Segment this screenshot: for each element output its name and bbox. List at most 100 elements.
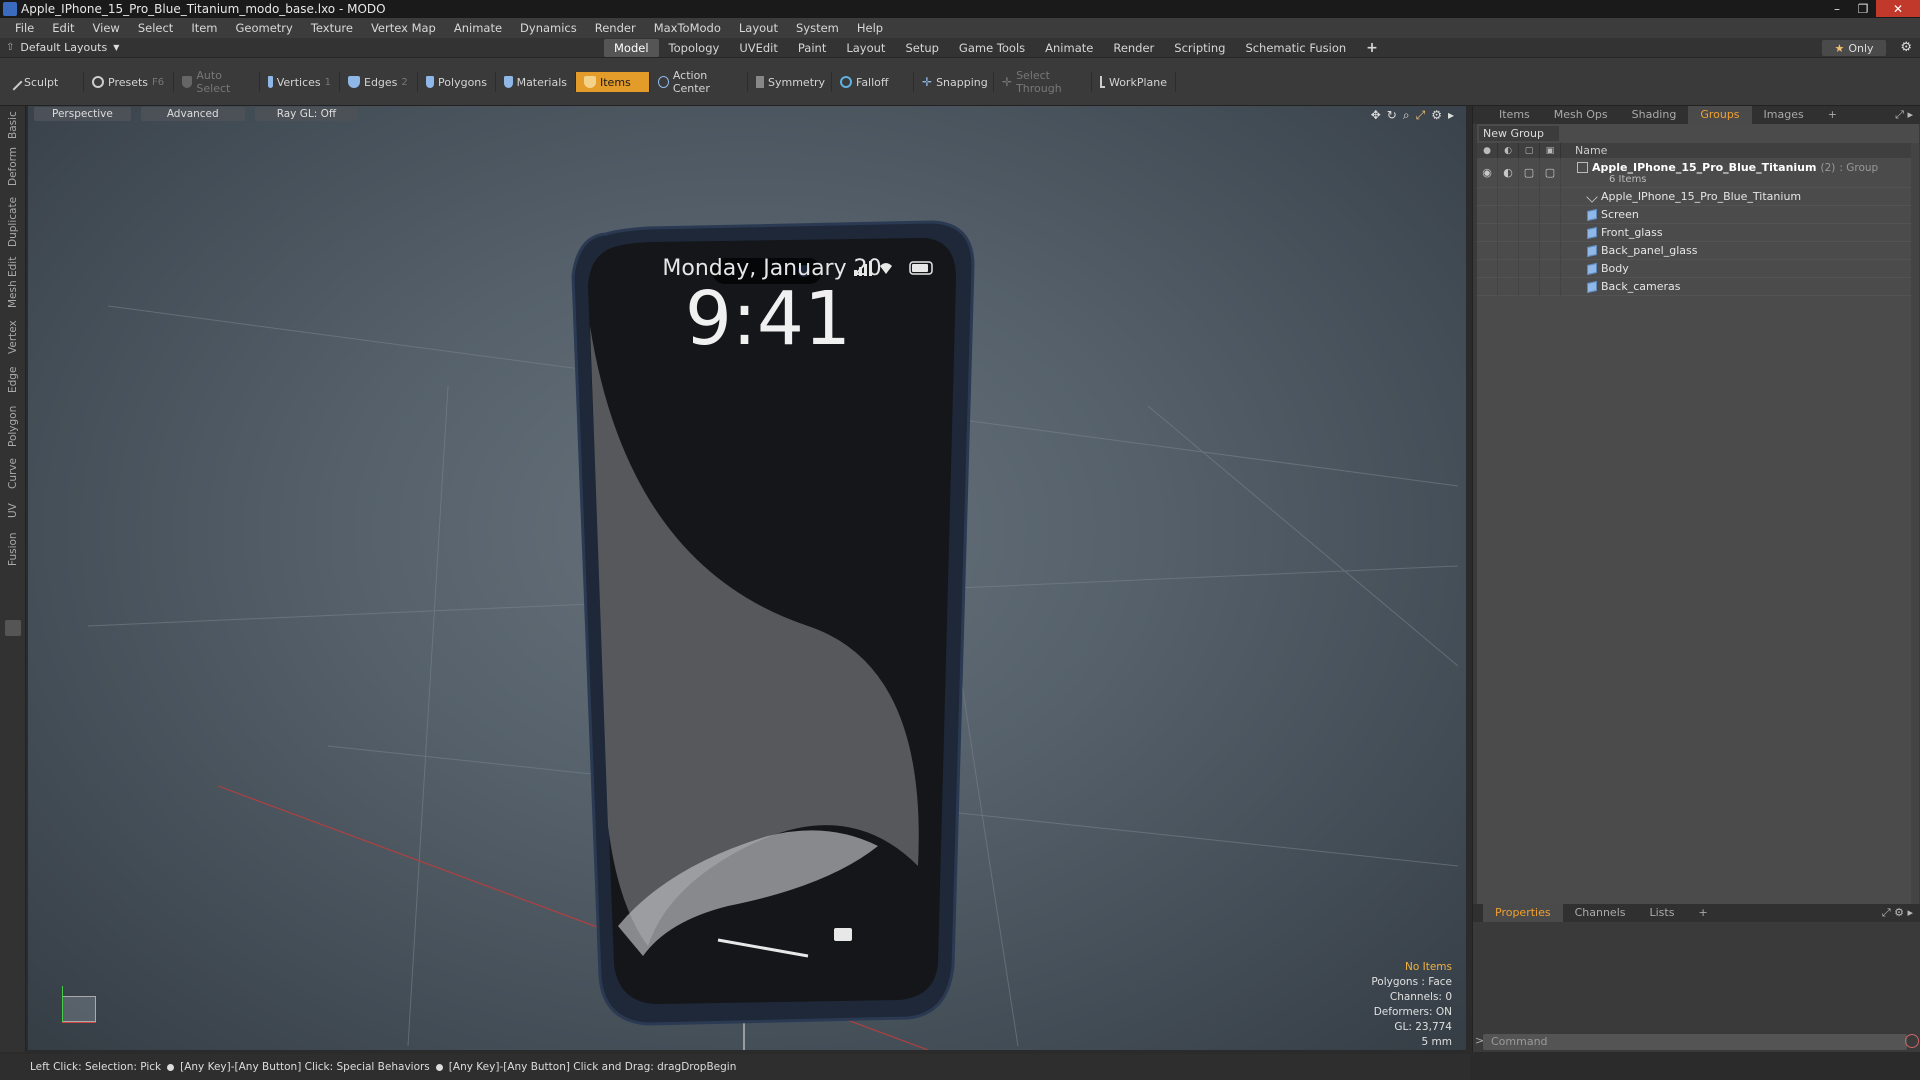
add-properties-tab-button[interactable]: + [1686,904,1719,922]
menu-geometry[interactable]: Geometry [227,21,302,35]
tab-items[interactable]: Items [1487,106,1542,124]
status-hint-2: [Any Key]-[Any Button] Click: Special Be… [180,1061,430,1073]
list-item[interactable]: Body [1477,259,1919,278]
tab-mesh-ops[interactable]: Mesh Ops [1542,106,1620,124]
list-item[interactable]: Back_panel_glass [1477,241,1919,260]
tab-lists[interactable]: Lists [1638,904,1687,922]
workplane-button[interactable]: WorkPlane [1092,72,1176,92]
menu-maxtomodo[interactable]: MaxToModo [645,21,730,35]
viewport-menu-icon[interactable]: ▸ [1448,108,1454,123]
command-input[interactable]: Command [1483,1034,1907,1050]
menu-item[interactable]: Item [182,21,226,35]
menu-animate[interactable]: Animate [445,21,511,35]
lock-toggle[interactable]: ▢ [1519,157,1540,188]
render-toggle-icon[interactable]: ◐ [1498,157,1519,188]
select-toggle[interactable]: ▢ [1540,157,1561,188]
list-item[interactable]: Front_glass [1477,223,1919,242]
layout-selector[interactable]: ⇧ Default Layouts ▼ [0,41,600,54]
maximize-button[interactable]: ❐ [1850,0,1876,17]
tab-scripting[interactable]: Scripting [1164,39,1235,57]
snapping-button[interactable]: ✛ Snapping [914,72,994,92]
falloff-button[interactable]: Falloff [832,72,914,92]
fit-view-icon[interactable]: ⤢ [1416,108,1426,123]
tab-setup[interactable]: Setup [895,39,948,57]
properties-expand-icon[interactable]: ⤢ ⚙ ▸ [1882,906,1913,920]
tab-uvedit[interactable]: UVEdit [729,39,788,57]
menu-view[interactable]: View [84,21,129,35]
only-toggle[interactable]: ★ Only [1822,40,1886,56]
list-item[interactable]: Apple_IPhone_15_Pro_Blue_Titanium [1477,187,1919,206]
raygl-button[interactable]: Ray GL: Off [254,107,359,121]
menu-edit[interactable]: Edit [43,21,83,35]
tab-basic[interactable]: Basic [5,110,21,140]
tab-topology[interactable]: Topology [659,39,730,57]
3d-viewport[interactable]: Monday, January 20 9:41 Perspective Adva… [28,106,1466,1050]
tab-vertex[interactable]: Vertex [5,318,21,356]
menu-vertex-map[interactable]: Vertex Map [362,21,445,35]
add-tab-button[interactable]: + [1816,106,1849,124]
action-center-button[interactable]: Action Center [650,69,748,95]
menu-system[interactable]: System [787,21,848,35]
minimize-button[interactable]: – [1824,0,1850,17]
tab-deform[interactable]: Deform [5,146,21,186]
tab-fusion[interactable]: Fusion [5,530,21,568]
tab-properties[interactable]: Properties [1483,904,1563,922]
gear-icon[interactable]: ⚙ [1900,40,1912,55]
command-history-icon[interactable] [1905,1034,1919,1048]
polygons-button[interactable]: Polygons [418,72,496,92]
sculpt-button[interactable]: Sculpt [0,72,84,92]
menu-dynamics[interactable]: Dynamics [511,21,586,35]
tab-duplicate[interactable]: Duplicate [5,196,21,248]
new-group-button[interactable]: New Group [1479,126,1559,141]
list-item[interactable]: Screen [1477,205,1919,224]
tab-channels[interactable]: Channels [1563,904,1638,922]
tab-animate[interactable]: Animate [1035,39,1103,57]
tab-polygon[interactable]: Polygon [5,404,21,448]
tab-game-tools[interactable]: Game Tools [949,39,1035,57]
move-view-icon[interactable]: ✥ [1371,108,1381,123]
menu-render[interactable]: Render [586,21,645,35]
render-column-icon[interactable]: ◐ [1498,143,1519,158]
menu-help[interactable]: Help [848,21,892,35]
menu-layout[interactable]: Layout [730,21,787,35]
tab-images[interactable]: Images [1752,106,1816,124]
rotate-view-icon[interactable]: ↻ [1387,108,1397,123]
menu-select[interactable]: Select [129,21,182,35]
lock-column-icon[interactable]: ▢ [1519,143,1540,158]
list-item[interactable]: Back_cameras [1477,277,1919,296]
tab-groups[interactable]: Groups [1688,106,1752,124]
symmetry-button[interactable]: Symmetry [748,72,832,92]
groups-scrollbar[interactable] [1911,143,1919,1003]
panel-expand-icon[interactable]: ⤢ ▸ [1895,108,1913,122]
presets-button[interactable]: Presets F6 [84,72,174,92]
tab-mesh-edit[interactable]: Mesh Edit [5,256,21,308]
tab-shading[interactable]: Shading [1620,106,1689,124]
select-through-button[interactable]: ✛ Select Through [994,69,1092,95]
tab-model[interactable]: Model [604,39,659,57]
menu-texture[interactable]: Texture [302,21,362,35]
eye-icon[interactable]: ◉ [1477,157,1498,188]
close-button[interactable]: ✕ [1876,0,1920,17]
view-type-button[interactable]: Perspective [34,107,131,121]
expand-toolbox-button[interactable] [5,620,21,636]
auto-select-button[interactable]: Auto Select [174,69,260,95]
tab-schematic-fusion[interactable]: Schematic Fusion [1235,39,1356,57]
visibility-column-icon[interactable]: ● [1477,143,1498,158]
add-layout-button[interactable]: + [1356,39,1388,57]
tab-curve[interactable]: Curve [5,456,21,492]
edges-button[interactable]: Edges 2 [340,72,418,92]
vertices-button[interactable]: Vertices 1 [260,72,340,92]
items-button[interactable]: Items [576,72,650,92]
materials-button[interactable]: Materials [496,72,576,92]
zoom-view-icon[interactable]: ⌕ [1403,108,1410,123]
tab-paint[interactable]: Paint [788,39,836,57]
shading-mode-button[interactable]: Advanced [140,107,245,121]
viewport-options-icon[interactable]: ⚙ [1431,108,1442,123]
tab-uv[interactable]: UV [5,500,21,522]
tab-layout[interactable]: Layout [836,39,895,57]
menu-file[interactable]: File [6,21,43,35]
group-row[interactable]: ◉ ◐ ▢ ▢ Apple_IPhone_15_Pro_Blue_Titaniu… [1477,157,1919,188]
tab-edge[interactable]: Edge [5,364,21,396]
select-column-icon[interactable]: ▣ [1540,143,1561,158]
tab-render[interactable]: Render [1103,39,1164,57]
